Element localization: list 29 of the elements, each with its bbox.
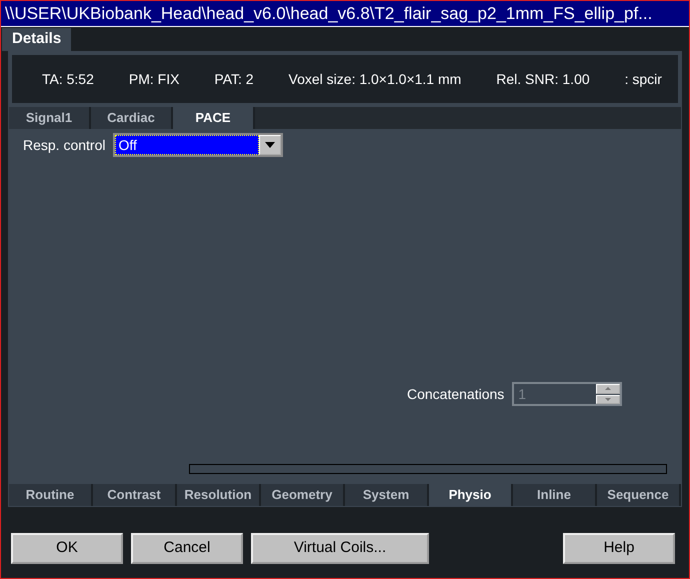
tab[interactable]: Geometry <box>261 484 345 506</box>
resp-control-dropdown[interactable]: Off <box>113 133 284 157</box>
info-text: PAT: 2 <box>214 70 254 88</box>
info-text: Voxel size: 1.0×1.0×1.1 mm <box>288 70 462 88</box>
window-title: \\USER\UKBiobank_Head\head_v6.0\head_v6.8\T2_flair_sag_p2_1mm_FS_ellip_pf... <box>1 1 689 27</box>
tab[interactable]: Physio <box>429 484 513 506</box>
dialog-button[interactable]: Cancel <box>131 533 243 564</box>
field-label: Concatenations <box>407 384 504 404</box>
down-arrow-icon <box>605 398 612 401</box>
tab[interactable]: Signal1 <box>9 107 91 129</box>
tab[interactable]: Details <box>2 28 72 51</box>
field-label: Resp. control <box>23 136 106 155</box>
dialog-button[interactable]: Virtual Coils... <box>251 533 429 564</box>
caret-icon <box>265 142 276 148</box>
up-arrow-icon <box>605 387 612 390</box>
tab[interactable]: Cardiac <box>91 107 173 129</box>
tab[interactable]: Inline <box>513 484 597 506</box>
info-text: Rel. SNR: 1.00 <box>496 70 590 88</box>
info-text: TA: 5:52 <box>42 70 94 88</box>
help-button[interactable]: Help <box>563 533 675 564</box>
tab[interactable]: PACE <box>173 107 255 129</box>
info-text: PM: FIX <box>128 70 180 88</box>
tab[interactable]: Sequence <box>597 484 681 506</box>
tab[interactable]: Routine <box>9 484 93 506</box>
info-text: : spcir <box>624 70 662 89</box>
tab[interactable]: Resolution <box>177 484 261 506</box>
tab[interactable]: Contrast <box>93 484 177 506</box>
dialog-button[interactable]: OK <box>11 533 123 564</box>
tab[interactable]: System <box>345 484 429 506</box>
